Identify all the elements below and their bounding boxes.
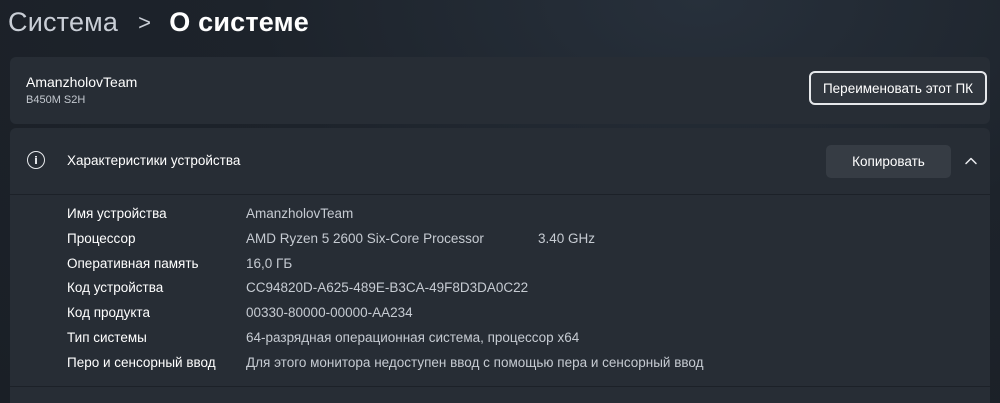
specifications-title: Характеристики устройства [67,153,241,168]
spec-row-device-name: Имя устройства AmanzholovTeam [67,206,990,230]
spec-label: Тип системы [67,330,147,345]
spec-row-device-id: Код устройства CC94820D-A625-489E-B3CA-4… [67,280,990,304]
spec-row-processor: Процессор AMD Ryzen 5 2600 Six-Core Proc… [67,231,990,255]
spec-label: Код устройства [67,280,164,295]
rename-pc-button[interactable]: Переименовать этот ПК [809,71,987,105]
page-title: О системе [169,6,310,37]
device-specifications-header[interactable]: i Характеристики устройства Копировать [10,128,990,194]
spec-row-pen-touch: Перо и сенсорный ввод Для этого монитора… [67,355,990,379]
spec-value: Для этого монитора недоступен ввод с пом… [246,355,704,370]
chevron-right-icon: > [138,10,152,35]
chevron-up-icon[interactable] [964,154,978,168]
device-name: AmanzholovTeam [26,74,138,90]
header-divider [10,194,990,195]
spec-value: AMD Ryzen 5 2600 Six-Core Processor [246,231,484,246]
spec-row-system-type: Тип системы 64-разрядная операционная си… [67,330,990,354]
spec-label: Перо и сенсорный ввод [67,355,216,370]
device-specifications-section: i Характеристики устройства Копировать И… [10,128,990,403]
spec-label: Код продукта [67,305,150,320]
spec-label: Оперативная память [67,256,199,271]
processor-frequency: 3.40 GHz [538,231,596,246]
spec-value: 00330-80000-00000-AA234 [246,305,413,320]
breadcrumb: Система > О системе [8,2,309,42]
device-name-card: AmanzholovTeam B450M S2H Переименовать э… [10,57,990,124]
copy-button[interactable]: Копировать [826,145,951,178]
spec-row-ram: Оперативная память 16,0 ГБ [67,256,990,280]
spec-value: AmanzholovTeam [246,206,354,221]
breadcrumb-parent-link[interactable]: Система [8,7,118,38]
spec-value: 16,0 ГБ [246,256,293,271]
spec-row-product-id: Код продукта 00330-80000-00000-AA234 [67,305,990,329]
device-model: B450M S2H [26,94,86,106]
spec-label: Процессор [67,231,136,246]
info-icon: i [27,151,45,169]
bottom-divider [10,386,990,387]
spec-value: 64-разрядная операционная система, проце… [246,330,580,345]
spec-label: Имя устройства [67,206,167,221]
spec-value: CC94820D-A625-489E-B3CA-49F8D3DA0C22 [246,280,529,295]
